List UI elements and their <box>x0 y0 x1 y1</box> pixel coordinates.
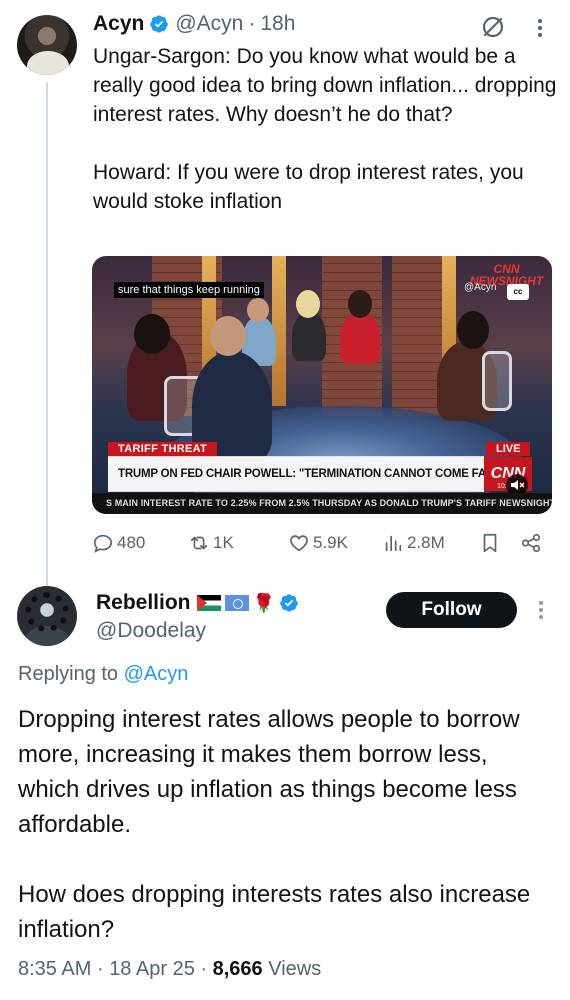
like-button[interactable]: 5.9K <box>288 528 348 558</box>
watermark: @Acyn <box>464 282 497 293</box>
video-player[interactable]: sure that things keep running CNN NEWSNI… <box>92 256 552 514</box>
reply-icon <box>93 534 113 553</box>
verified-badge-icon <box>280 594 298 612</box>
repost-count: 1K <box>213 533 234 552</box>
replying-to-mention[interactable]: @Acyn <box>124 663 189 685</box>
bookmark-icon <box>483 533 497 553</box>
author-handle[interactable]: @Doodelay <box>96 619 206 643</box>
avatar[interactable] <box>17 15 77 75</box>
reply-paragraph: Dropping interest rates allows people to… <box>18 706 520 838</box>
bookmark-button[interactable] <box>479 528 504 558</box>
separator: · <box>96 958 104 980</box>
views-count: 2.8M <box>407 533 445 552</box>
grok-icon[interactable] <box>480 14 506 40</box>
separator: · <box>248 12 256 35</box>
rose-icon: 🌹 <box>252 592 275 613</box>
tweet-text: Ungar-Sargon: Do you know what would be … <box>93 42 558 216</box>
timestamp[interactable]: 18h <box>260 12 295 36</box>
avatar[interactable] <box>17 586 77 646</box>
replying-to-prefix: Replying to <box>18 663 124 685</box>
tweet-paragraph: Howard: If you were to drop interest rat… <box>93 161 524 213</box>
thread-line <box>46 82 48 600</box>
verified-badge-icon <box>150 15 169 33</box>
share-icon <box>521 533 541 553</box>
headline-banner: TRUMP ON FED CHAIR POWELL: "TERMINATION … <box>108 456 484 492</box>
video-caption: sure that things keep running <box>114 282 264 298</box>
separator: · <box>200 958 208 980</box>
action-bar: 480 1K 5.9K 2.8M <box>92 528 548 558</box>
views-chart-icon <box>385 535 402 552</box>
tweet-paragraph: Ungar-Sargon: Do you know what would be … <box>93 45 557 126</box>
repost-icon <box>190 536 208 550</box>
closed-captions-button[interactable]: cc <box>507 284 529 300</box>
reply-count: 480 <box>117 533 146 552</box>
section-label: TARIFF THREAT <box>108 442 218 456</box>
tweet-header: Acyn @Acyn · 18h <box>93 12 295 36</box>
author-name[interactable]: Acyn <box>93 12 144 36</box>
views-button[interactable]: 2.8M <box>382 528 445 558</box>
reply-author-header: Rebellion 🌹 <box>96 591 305 615</box>
news-ticker: S MAIN INTEREST RATE TO 2.25% FROM 2.5% … <box>92 493 552 514</box>
palestine-flag-icon <box>196 595 221 611</box>
views-label: Views <box>268 958 322 980</box>
views-count: 8,666 <box>212 958 263 980</box>
author-handle[interactable]: @Acyn <box>175 12 243 36</box>
tweet-metadata: 8:35 AM · 18 Apr 25 · 8,666 Views <box>18 958 321 981</box>
replying-to: Replying to @Acyn <box>18 663 188 686</box>
share-button[interactable] <box>520 528 545 558</box>
reply-text: Dropping interest rates allows people to… <box>18 702 548 947</box>
like-count: 5.9K <box>313 533 348 552</box>
more-options-icon[interactable] <box>534 598 548 622</box>
follow-button[interactable]: Follow <box>386 592 517 628</box>
united-nations-flag-icon <box>224 595 249 611</box>
post-time[interactable]: 8:35 AM <box>18 958 91 980</box>
repost-button[interactable]: 1K <box>188 528 234 558</box>
reply-button[interactable]: 480 <box>92 528 145 558</box>
more-options-icon[interactable] <box>533 16 547 40</box>
heart-icon <box>290 535 308 552</box>
reply-paragraph: How does dropping interests rates also i… <box>18 881 531 943</box>
post-date[interactable]: 18 Apr 25 <box>109 958 195 980</box>
live-badge: LIVE <box>486 442 531 456</box>
author-name[interactable]: Rebellion <box>96 591 191 615</box>
